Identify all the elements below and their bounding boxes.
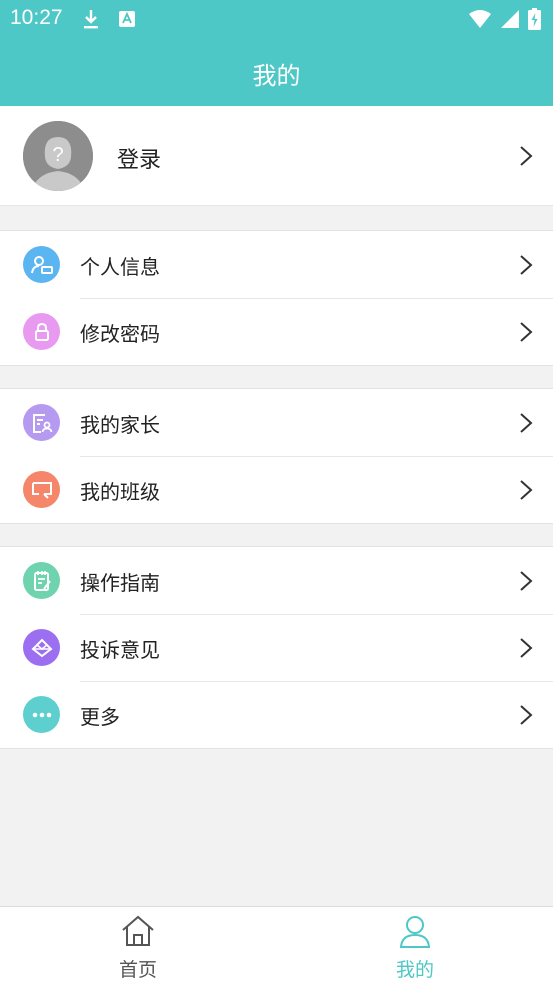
menu-item-personal-info[interactable]: 个人信息 [0, 231, 553, 298]
login-label: 登录 [117, 148, 162, 173]
menu-item-label: 操作指南 [80, 571, 160, 595]
menu-item-my-class[interactable]: 我的班级 [0, 456, 553, 523]
more-dots-icon [23, 696, 60, 733]
menu-item-label: 投诉意见 [80, 638, 160, 662]
class-board-icon [23, 471, 60, 508]
lock-icon [23, 313, 60, 350]
chevron-right-icon [520, 570, 533, 591]
tab-home-label: 首页 [118, 959, 157, 981]
tab-mine-label: 我的 [395, 959, 434, 981]
guide-notepad-icon [23, 562, 60, 599]
status-bar: 10:27 [0, 0, 553, 38]
avatar-placeholder-icon: ? [23, 121, 93, 191]
menu-item-guide[interactable]: 操作指南 [0, 547, 553, 614]
page-title: 我的 [252, 62, 301, 90]
user-icon [399, 916, 431, 948]
profile-login-row[interactable]: ? 登录 [0, 106, 553, 206]
wifi-icon [469, 10, 491, 28]
menu-item-feedback[interactable]: 投诉意见 [0, 614, 553, 681]
bottom-tab-bar: 首页 我的 [0, 906, 553, 984]
chevron-right-icon [520, 146, 533, 166]
chevron-right-icon [520, 321, 533, 342]
signal-icon [501, 10, 519, 28]
menu-item-more[interactable]: 更多 [0, 681, 553, 748]
menu-group-help: 操作指南 投诉意见 更多 [0, 546, 553, 749]
chevron-right-icon [520, 637, 533, 658]
chevron-right-icon [520, 412, 533, 433]
menu-item-label: 更多 [80, 705, 120, 729]
chevron-right-icon [520, 254, 533, 275]
battery-icon [528, 8, 541, 30]
menu-group-account: 个人信息 修改密码 [0, 230, 553, 366]
svg-text:?: ? [52, 144, 63, 166]
menu-item-label: 个人信息 [80, 255, 160, 279]
status-time: 10:27 [10, 6, 63, 29]
menu-item-label: 我的家长 [80, 413, 160, 437]
tab-mine[interactable]: 我的 [315, 907, 515, 984]
menu-item-my-parents[interactable]: 我的家长 [0, 389, 553, 456]
menu-item-change-password[interactable]: 修改密码 [0, 298, 553, 365]
menu-group-family: 我的家长 我的班级 [0, 388, 553, 524]
app-notification-icon [119, 11, 135, 27]
chevron-right-icon [520, 704, 533, 725]
chevron-right-icon [520, 479, 533, 500]
download-icon [84, 10, 98, 29]
menu-item-label: 我的班级 [80, 480, 160, 504]
person-card-icon [23, 246, 60, 283]
title-bar: 我的 [0, 38, 553, 106]
feedback-envelope-icon [23, 629, 60, 666]
menu-item-label: 修改密码 [80, 322, 160, 346]
parent-document-icon [23, 404, 60, 441]
home-icon [122, 915, 154, 946]
tab-home[interactable]: 首页 [38, 907, 238, 984]
